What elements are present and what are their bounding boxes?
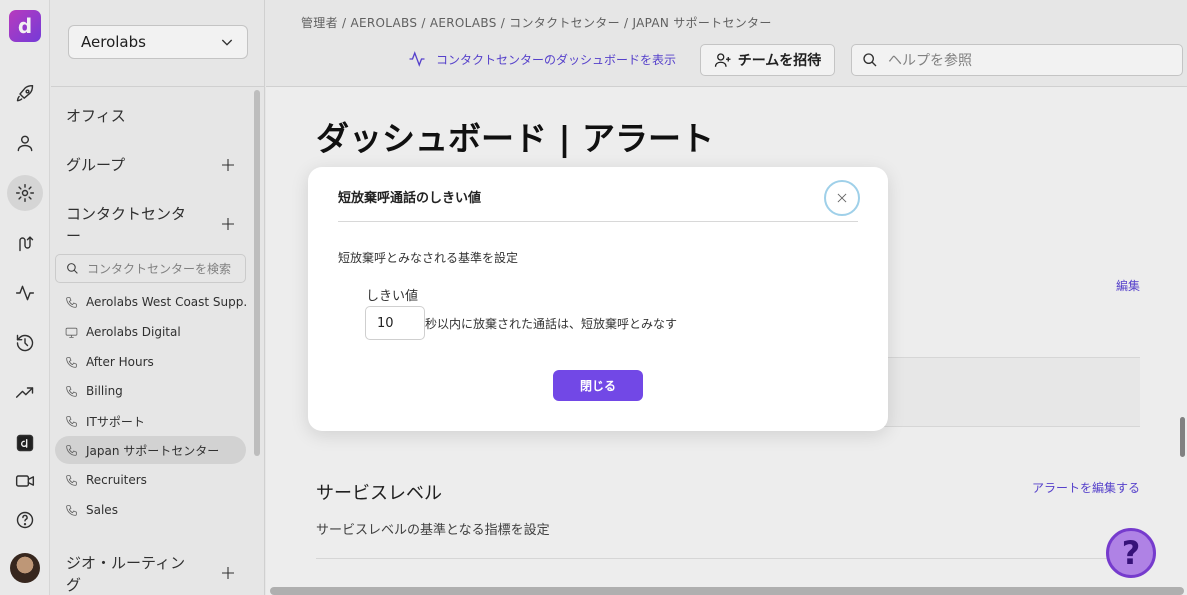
close-button[interactable]: 閉じる	[553, 370, 643, 401]
threshold-suffix: 秒以内に放棄された通話は、短放棄呼とみなす	[425, 317, 678, 331]
modal-close-button[interactable]	[824, 180, 860, 216]
modal-divider	[338, 221, 858, 222]
threshold-label: しきい値	[366, 289, 419, 304]
close-icon	[837, 193, 847, 203]
modal-description: 短放棄呼とみなされる基準を設定	[338, 251, 519, 265]
threshold-modal: 短放棄呼通話のしきい値 短放棄呼とみなされる基準を設定 しきい値 秒以内に放棄さ…	[308, 167, 888, 431]
modal-title: 短放棄呼通話のしきい値	[338, 191, 482, 206]
threshold-input[interactable]	[365, 306, 425, 340]
